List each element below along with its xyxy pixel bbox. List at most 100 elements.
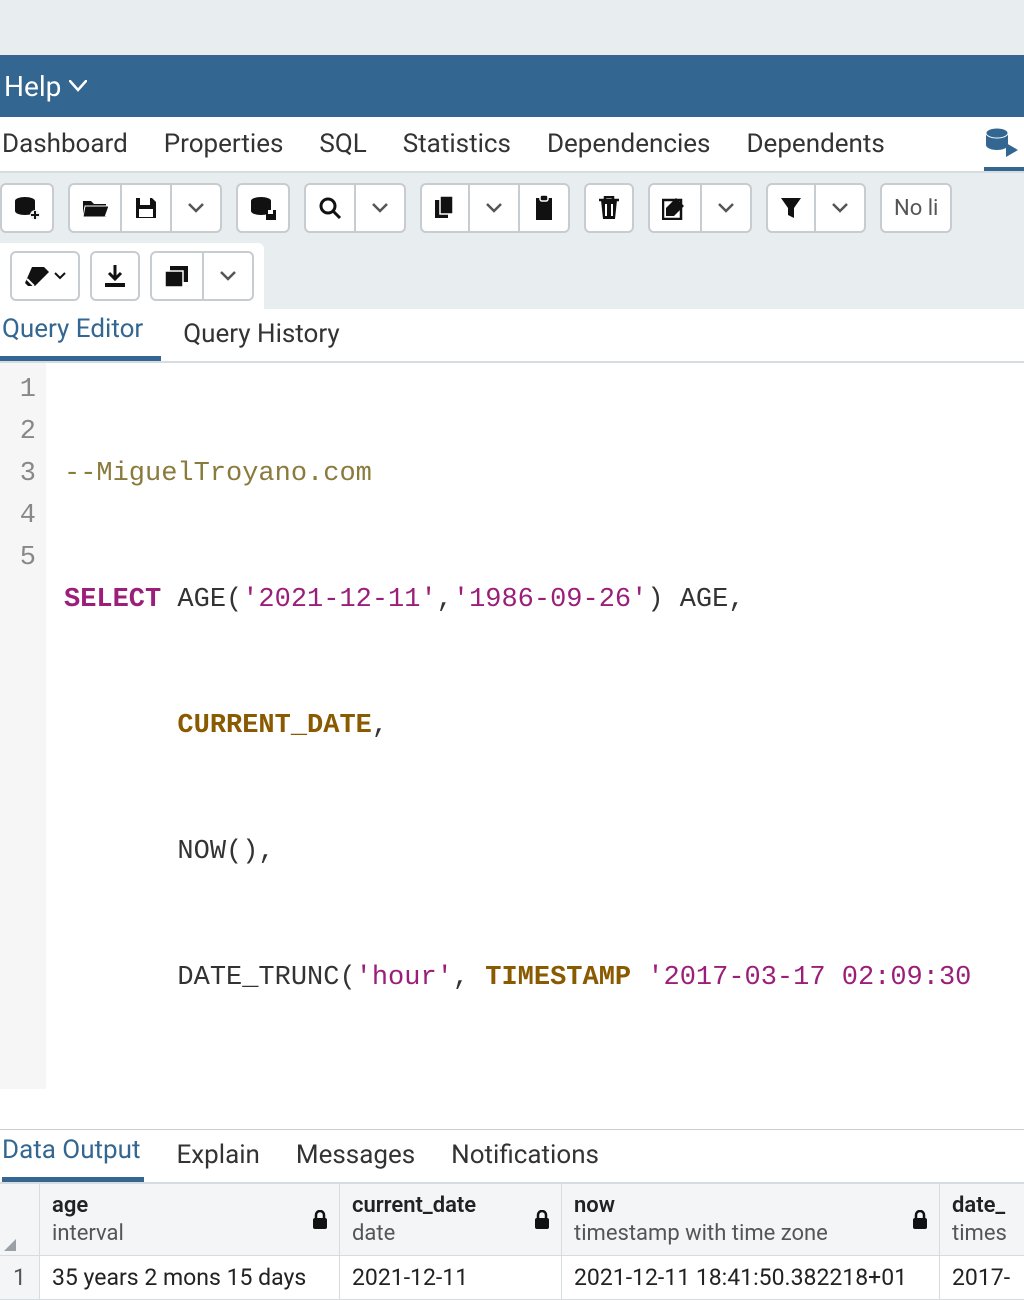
- column-header-age[interactable]: age interval: [40, 1184, 340, 1255]
- code-token: TIMESTAMP: [485, 963, 631, 993]
- cell-current-date[interactable]: 2021-12-11: [340, 1256, 562, 1299]
- grid-corner[interactable]: [0, 1184, 40, 1255]
- code-token: DATE_TRUNC(: [177, 963, 355, 993]
- chevron-down-icon: [69, 80, 87, 92]
- code-token: AGE(: [161, 585, 242, 615]
- database-save-icon: [250, 196, 276, 220]
- scratchpad-button[interactable]: [150, 251, 204, 301]
- lock-icon: [533, 1210, 551, 1230]
- search-icon: [318, 196, 342, 220]
- code-token: '2017-03-17 02:09:30: [647, 963, 971, 993]
- code-token: ,: [437, 585, 453, 615]
- copy-button[interactable]: [420, 183, 470, 233]
- tab-query-tool[interactable]: [984, 117, 1024, 171]
- limit-select[interactable]: No li: [880, 183, 952, 233]
- tab-data-output[interactable]: Data Output: [2, 1125, 144, 1182]
- cell-date-trunc[interactable]: 2017-: [940, 1256, 1024, 1299]
- code-content[interactable]: --MiguelTroyano.com SELECT AGE('2021-12-…: [46, 363, 971, 1089]
- code-token: NOW(),: [177, 837, 274, 867]
- table-row: 1 35 years 2 mons 15 days 2021-12-11 202…: [0, 1256, 1024, 1300]
- line-number: 1: [4, 369, 36, 411]
- menu-help[interactable]: Help: [4, 70, 87, 103]
- code-token: '2021-12-11': [242, 585, 436, 615]
- cell-now[interactable]: 2021-12-11 18:41:50.382218+01: [562, 1256, 940, 1299]
- line-number: 3: [4, 453, 36, 495]
- panel-tabs: Dashboard Properties SQL Statistics Depe…: [0, 117, 1024, 173]
- result-tabs: Data Output Explain Messages Notificatio…: [0, 1130, 1024, 1184]
- tab-explain[interactable]: Explain: [176, 1130, 263, 1182]
- line-gutter: 1 2 3 4 5: [0, 363, 46, 1089]
- chevron-down-icon: [54, 272, 66, 280]
- tab-messages[interactable]: Messages: [296, 1130, 419, 1182]
- query-editor[interactable]: 1 2 3 4 5 --MiguelTroyano.com SELECT AGE…: [0, 363, 1024, 1130]
- paste-button[interactable]: [520, 183, 570, 233]
- toolbar: No li: [0, 173, 1024, 309]
- edit-button[interactable]: [648, 183, 702, 233]
- code-token: 'hour': [356, 963, 453, 993]
- column-header-current-date[interactable]: current_date date: [340, 1184, 562, 1255]
- code-token: [631, 963, 647, 993]
- column-type: date: [352, 1220, 476, 1248]
- filter-dropdown[interactable]: [816, 183, 866, 233]
- tab-query-editor[interactable]: Query Editor: [0, 304, 161, 361]
- eraser-icon: [24, 265, 50, 287]
- save-data-button[interactable]: [236, 183, 290, 233]
- column-name: age: [52, 1192, 124, 1220]
- column-header-now[interactable]: now timestamp with time zone: [562, 1184, 940, 1255]
- toolbar-row-2: [0, 243, 264, 309]
- tab-statistics[interactable]: Statistics: [403, 129, 511, 159]
- code-token: --MiguelTroyano.com: [64, 459, 372, 489]
- code-token: CURRENT_DATE: [177, 711, 371, 741]
- database-play-icon: [984, 127, 1018, 157]
- find-button[interactable]: [304, 183, 356, 233]
- database-icon: [14, 196, 40, 220]
- column-type: interval: [52, 1220, 124, 1248]
- results-grid: age interval current_date date now times…: [0, 1184, 1024, 1300]
- download-icon: [104, 264, 126, 288]
- code-token: '1986-09-26': [453, 585, 647, 615]
- column-type: times: [952, 1220, 1007, 1248]
- folder-open-icon: [82, 197, 108, 219]
- copy-dropdown[interactable]: [470, 183, 520, 233]
- find-dropdown[interactable]: [356, 183, 406, 233]
- select-all-icon: [4, 1239, 16, 1251]
- limit-label: No li: [894, 196, 938, 221]
- tab-dependencies[interactable]: Dependencies: [547, 129, 711, 159]
- chevron-down-icon: [188, 203, 204, 213]
- chevron-down-icon: [372, 203, 388, 213]
- lock-icon: [311, 1210, 329, 1230]
- chevron-down-icon: [832, 203, 848, 213]
- tab-dependents[interactable]: Dependents: [746, 129, 884, 159]
- column-name: now: [574, 1192, 828, 1220]
- tab-notifications[interactable]: Notifications: [451, 1130, 603, 1182]
- edit-dropdown[interactable]: [702, 183, 752, 233]
- delete-button[interactable]: [584, 183, 634, 233]
- tab-sql[interactable]: SQL: [319, 129, 366, 159]
- row-number[interactable]: 1: [0, 1256, 40, 1299]
- cell-age[interactable]: 35 years 2 mons 15 days: [40, 1256, 340, 1299]
- save-icon: [135, 197, 157, 219]
- chevron-down-icon: [220, 271, 236, 281]
- menu-help-label: Help: [4, 70, 61, 103]
- open-file-button[interactable]: [68, 183, 122, 233]
- trash-icon: [598, 196, 620, 220]
- code-token: ) AGE,: [647, 585, 744, 615]
- chevron-down-icon: [486, 203, 502, 213]
- tab-dashboard[interactable]: Dashboard: [2, 129, 128, 159]
- menubar: Help: [0, 55, 1024, 117]
- column-type: timestamp with time zone: [574, 1220, 828, 1248]
- tab-query-history[interactable]: Query History: [181, 309, 358, 361]
- column-header-date-trunc[interactable]: date_ times: [940, 1184, 1024, 1255]
- download-button[interactable]: [90, 251, 140, 301]
- save-button[interactable]: [122, 183, 172, 233]
- scratchpad-icon: [164, 265, 190, 287]
- edit-icon: [662, 196, 688, 220]
- editor-tabs: Query Editor Query History: [0, 309, 1024, 363]
- tab-properties[interactable]: Properties: [164, 129, 284, 159]
- connection-button[interactable]: [0, 183, 54, 233]
- scratchpad-dropdown[interactable]: [204, 251, 254, 301]
- copy-icon: [434, 196, 456, 220]
- filter-button[interactable]: [766, 183, 816, 233]
- clear-button[interactable]: [10, 251, 80, 301]
- save-dropdown[interactable]: [172, 183, 222, 233]
